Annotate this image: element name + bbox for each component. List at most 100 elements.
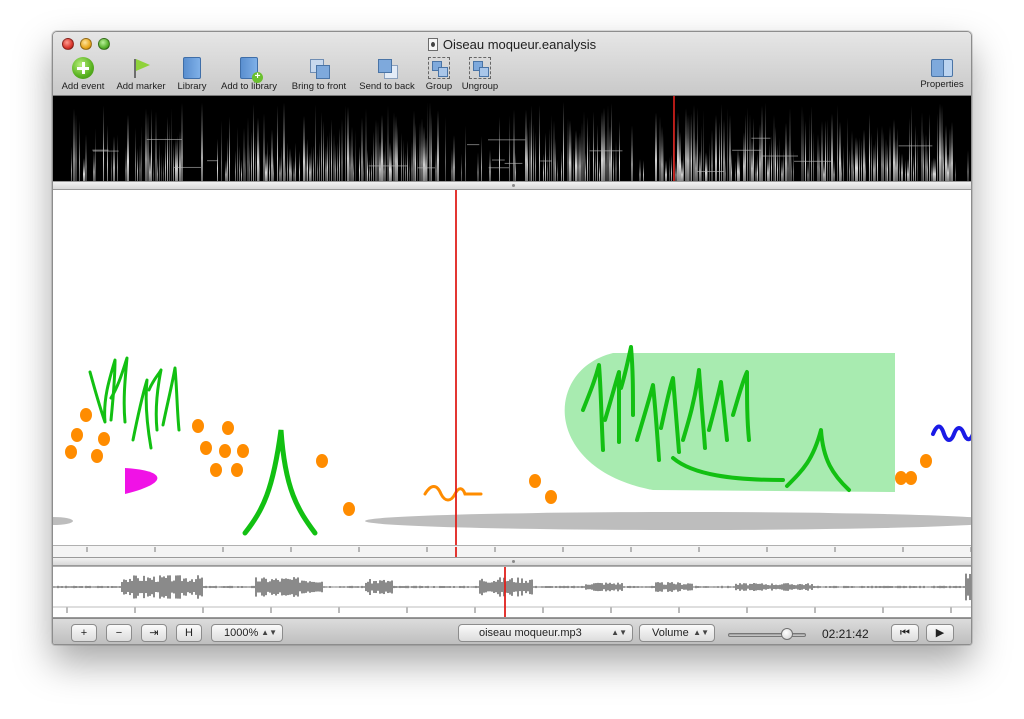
play-button[interactable]: ▶ [926, 624, 954, 642]
ungroup-button[interactable]: Ungroup [459, 55, 501, 92]
waveform-sample [651, 585, 653, 589]
spectrogram-stripe [817, 134, 819, 181]
spectrogram-stripe [583, 111, 585, 181]
spectrogram-overview[interactable] [53, 96, 971, 181]
spectrogram-stripe [303, 115, 305, 181]
spectrogram-stripe [927, 147, 928, 181]
bring-to-front-button[interactable]: Bring to front [287, 55, 351, 92]
spectrogram-stripe [585, 152, 586, 181]
spectrogram-stripe [83, 157, 85, 181]
event-blue-wave[interactable] [931, 424, 971, 442]
waveform-sample [785, 583, 787, 591]
zoom-to-selection-button[interactable]: ⇥ [141, 624, 167, 642]
waveform-overview[interactable] [53, 566, 971, 618]
waveform-sample [563, 585, 565, 589]
event-canvas[interactable] [53, 190, 971, 545]
spectrogram-stripe [167, 116, 168, 181]
event-green-region[interactable] [564, 353, 895, 492]
spectrogram-stripe [773, 114, 775, 181]
add-to-library-button[interactable]: Add to library [216, 55, 282, 92]
event-magenta-shape[interactable] [125, 468, 158, 494]
spectrogram-stripe [775, 126, 776, 181]
spectrogram-stripe [299, 150, 300, 181]
spectrogram-band [491, 159, 505, 161]
waveform-sample [619, 584, 621, 590]
spectrogram-stripe [71, 146, 72, 181]
spectrogram-stripe [241, 159, 242, 181]
library-button[interactable]: Library [175, 55, 209, 92]
waveform-sample [791, 584, 793, 590]
spectrogram-stripe [875, 138, 876, 181]
zoom-out-button[interactable]: − [106, 624, 132, 642]
audio-file-select[interactable]: oiseau moqueur.mp3 ▲▼ [458, 624, 633, 642]
spectrogram-stripe [279, 155, 281, 181]
spectrogram-stripe [759, 124, 761, 181]
waveform-sample [495, 581, 497, 593]
spectrogram-stripe [397, 125, 398, 181]
spectrogram-stripe [327, 135, 328, 181]
event-orange-wave[interactable] [423, 485, 483, 502]
zoom-in-button[interactable]: + [71, 624, 97, 642]
group-button[interactable]: Group [423, 55, 455, 92]
rewind-button[interactable]: ⏮ [891, 624, 919, 642]
waveform-sample [583, 586, 585, 588]
spectrogram-stripe [769, 142, 770, 181]
waveform-sample [263, 577, 265, 597]
volume-slider[interactable] [728, 633, 806, 637]
spectrogram-stripe [577, 135, 579, 181]
spectrogram-stripe [823, 159, 825, 181]
spectrogram-stripe [395, 115, 397, 181]
waveform-sample [245, 586, 247, 588]
spectrogram-stripe [843, 145, 844, 181]
spectrogram-stripe [561, 150, 562, 181]
bottom-splitter[interactable] [53, 557, 971, 566]
waveform-sample [795, 585, 797, 589]
spectrogram-stripe [859, 137, 860, 181]
spectrogram-stripe [677, 112, 679, 181]
zoom-select[interactable]: 1000% ▲▼ [211, 624, 283, 642]
spectrogram-stripe [171, 108, 172, 181]
spectrogram-stripe [699, 150, 701, 181]
waveform-sample [825, 586, 827, 588]
spectrogram-stripe [377, 121, 379, 181]
waveform-sample [625, 586, 627, 588]
add-marker-button[interactable]: Add marker [114, 55, 168, 92]
waveform-sample [747, 585, 749, 589]
spectrogram-stripe [135, 127, 136, 181]
waveform-sample [465, 586, 467, 588]
waveform-sample [167, 575, 169, 599]
spectrogram-stripe [415, 123, 416, 181]
waveform-sample [887, 585, 889, 589]
waveform-sample [227, 586, 229, 588]
waveform-sample [553, 586, 555, 588]
waveform-sample [311, 581, 313, 593]
volume-select[interactable]: Volume ▲▼ [639, 624, 715, 642]
send-to-back-button[interactable]: Send to back [357, 55, 417, 92]
waveform-sample [967, 578, 969, 596]
spectrogram-stripe [865, 151, 866, 181]
spectrogram-stripe [311, 146, 312, 181]
properties-button[interactable]: Properties [917, 55, 967, 90]
event-grey-ellipse-left[interactable] [53, 517, 73, 525]
waveform-sample [71, 586, 73, 588]
spectrogram-stripe [587, 116, 588, 181]
spectrogram-stripe [913, 154, 914, 181]
zoom-to-selection-label: ⇥ [149, 627, 159, 639]
event-green-chevron[interactable] [242, 429, 318, 536]
add-event-button[interactable]: Add event [59, 55, 107, 92]
spectrogram-stripe [693, 104, 695, 181]
waveform-sample [805, 584, 807, 590]
waveform-sample [939, 585, 941, 589]
waveform-sample [461, 586, 463, 588]
zoom-fit-button[interactable]: H [176, 624, 202, 642]
spectrogram-band [732, 149, 762, 151]
waveform-sample [75, 586, 77, 588]
top-splitter[interactable] [53, 181, 971, 190]
spectrogram-stripe [417, 146, 418, 181]
ungroup-icon [469, 57, 491, 79]
volume-slider-knob[interactable] [780, 628, 793, 640]
waveform-sample [57, 585, 59, 589]
spectrogram-stripe [431, 113, 432, 181]
waveform-sample [867, 586, 869, 588]
waveform-sample [657, 582, 659, 592]
